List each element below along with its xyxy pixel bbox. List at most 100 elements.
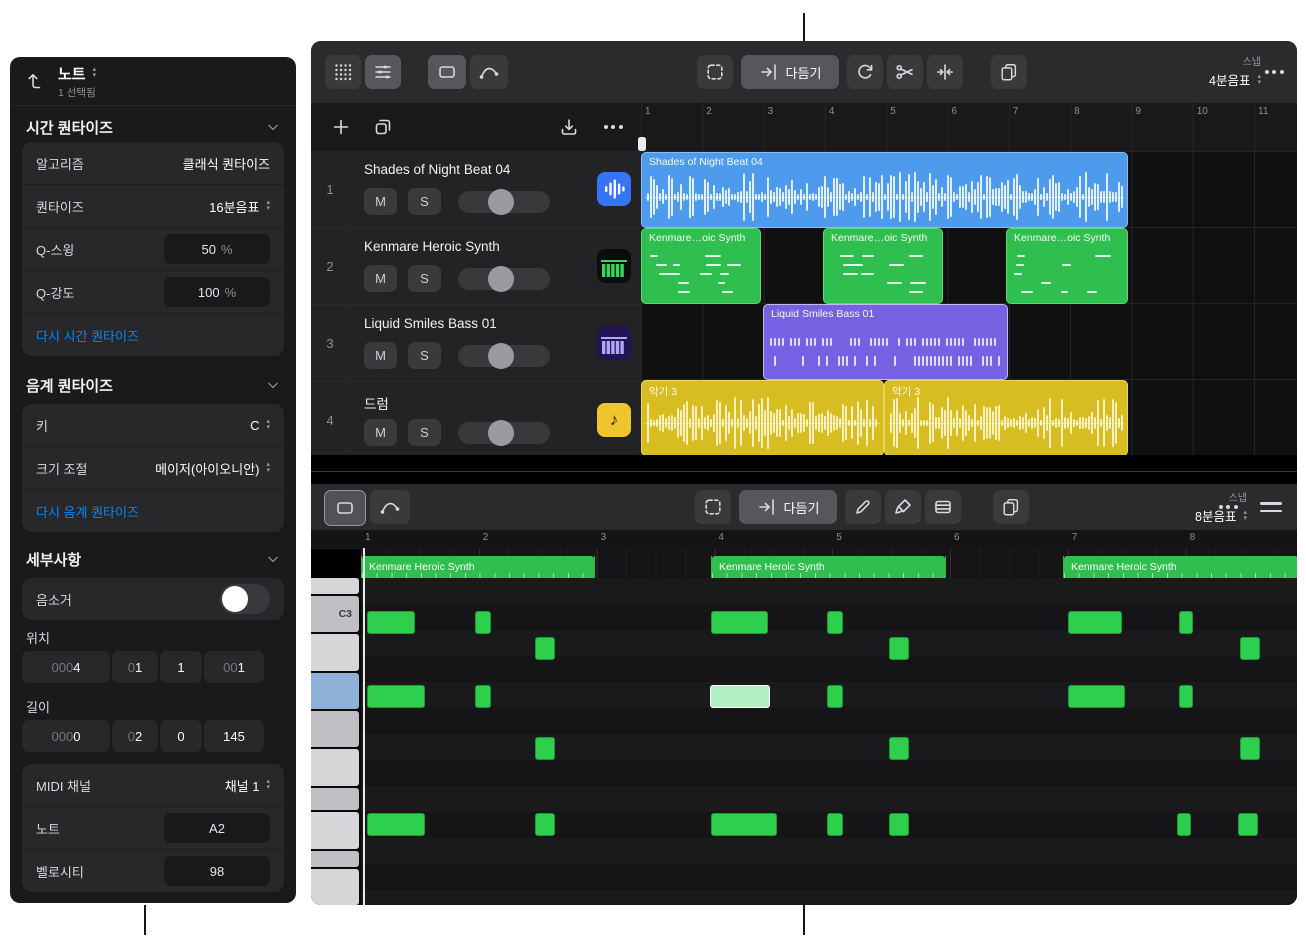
mute-button[interactable]: M xyxy=(364,265,397,292)
track-row-1[interactable]: 1 Shades of Night Beat 04 M S xyxy=(311,151,641,228)
midi-note[interactable] xyxy=(1238,813,1258,836)
key-row[interactable]: 키 C ▴▾ xyxy=(22,404,284,446)
piano-key[interactable] xyxy=(311,578,359,594)
midi-note[interactable] xyxy=(827,611,843,634)
position-tick-field[interactable]: 001 xyxy=(204,651,264,683)
midi-channel-row[interactable]: MIDI 채널 채널 1 ▴▾ xyxy=(22,764,284,806)
back-up-icon[interactable] xyxy=(24,70,44,93)
piano-roll-ruler[interactable]: 12345678 xyxy=(311,530,1297,549)
midi-note[interactable] xyxy=(475,611,491,634)
title-stepper-icon[interactable]: ▴▾ xyxy=(93,67,97,79)
piano-key[interactable] xyxy=(311,749,359,785)
midi-note[interactable] xyxy=(827,813,843,836)
key-stepper-icon[interactable]: ▴▾ xyxy=(266,419,270,431)
quantize-row[interactable]: 퀀타이즈 16분음표 ▴▾ xyxy=(22,184,284,227)
editor-playhead[interactable] xyxy=(363,548,365,905)
midi-region-bass[interactable]: Liquid Smiles Bass 01 xyxy=(763,304,1008,380)
audio-region-drums-2[interactable]: 악기 3 xyxy=(884,380,1128,456)
piano-key[interactable] xyxy=(311,788,359,811)
drum-note-icon[interactable]: ♪ xyxy=(597,403,631,437)
velocity-value-field[interactable]: 98 xyxy=(164,856,270,886)
position-beat-field[interactable]: 01 xyxy=(112,651,158,683)
volume-slider[interactable] xyxy=(458,422,550,444)
track-list-more-button[interactable] xyxy=(599,113,627,141)
midi-note[interactable] xyxy=(475,685,491,708)
volume-slider[interactable] xyxy=(458,268,550,290)
arrangement-grid[interactable]: Shades of Night Beat 04 Kenmare…oic Synt… xyxy=(641,151,1297,455)
scale-stepper-icon[interactable]: ▴▾ xyxy=(266,462,270,474)
midi-note[interactable] xyxy=(535,637,555,660)
midi-note[interactable] xyxy=(1240,637,1260,660)
midi-note-selected[interactable] xyxy=(710,685,770,708)
midi-note[interactable] xyxy=(1179,611,1193,634)
midi-note[interactable] xyxy=(1068,611,1122,634)
length-beat-field[interactable]: 02 xyxy=(112,720,158,752)
mute-toggle[interactable] xyxy=(220,584,270,614)
marquee-tool-button[interactable] xyxy=(697,55,733,89)
length-bar-field[interactable]: 0000 xyxy=(22,720,110,752)
q-strength-field[interactable]: 100% xyxy=(164,277,270,307)
midi-note[interactable] xyxy=(1240,737,1260,760)
midi-note[interactable] xyxy=(889,813,909,836)
midi-channel-stepper-icon[interactable]: ▴▾ xyxy=(266,779,270,791)
midi-note[interactable] xyxy=(535,737,555,760)
more-button[interactable] xyxy=(1259,55,1289,89)
arrangement-ruler[interactable]: 1234567891011 xyxy=(641,103,1297,152)
algorithm-row[interactable]: 알고리즘 클래식 퀀타이즈 xyxy=(22,142,284,184)
solo-button[interactable]: S xyxy=(408,265,441,292)
editor-region-header[interactable]: Kenmare Heroic Synth xyxy=(362,556,594,578)
panel-divider[interactable] xyxy=(311,455,1297,484)
select-tool-button[interactable] xyxy=(428,55,466,89)
piano-key-c3[interactable]: C3 xyxy=(311,596,359,632)
volume-slider[interactable] xyxy=(458,345,550,367)
synth-keyboard-icon[interactable] xyxy=(597,249,631,283)
position-div-field[interactable]: 1 xyxy=(160,651,202,683)
import-button[interactable] xyxy=(555,113,583,141)
midi-note[interactable] xyxy=(889,637,909,660)
midi-note[interactable] xyxy=(367,611,415,634)
piano-key[interactable] xyxy=(311,634,359,670)
midi-region-synth-3[interactable]: Kenmare…oic Synth xyxy=(1006,228,1128,304)
bass-keyboard-icon[interactable] xyxy=(597,326,631,360)
midi-region-synth-2[interactable]: Kenmare…oic Synth xyxy=(823,228,943,304)
editor-select-tool-button[interactable] xyxy=(324,490,366,526)
note-value-field[interactable]: A2 xyxy=(164,813,270,843)
mute-button[interactable]: M xyxy=(364,188,397,215)
midi-note[interactable] xyxy=(367,685,425,708)
solo-button[interactable]: S xyxy=(408,342,441,369)
duplicate-track-button[interactable] xyxy=(369,113,397,141)
editor-copy-button[interactable] xyxy=(993,490,1029,524)
velocity-panel-button[interactable] xyxy=(925,490,961,524)
midi-note[interactable] xyxy=(711,813,777,836)
midi-note[interactable] xyxy=(535,813,555,836)
solo-button[interactable]: S xyxy=(408,188,441,215)
track-row-3[interactable]: 3 Liquid Smiles Bass 01 M S xyxy=(311,305,641,382)
q-swing-field[interactable]: 50% xyxy=(164,234,270,264)
editor-region-header[interactable]: Kenmare Heroic Synth xyxy=(1064,556,1297,578)
join-tool-button[interactable] xyxy=(927,55,963,89)
piano-key-selected[interactable] xyxy=(311,673,359,709)
mute-button[interactable]: M xyxy=(364,419,397,446)
editor-region-header[interactable]: Kenmare Heroic Synth xyxy=(712,556,945,578)
piano-key[interactable] xyxy=(311,711,359,747)
midi-note[interactable] xyxy=(711,611,768,634)
piano-key[interactable] xyxy=(311,869,359,905)
length-div-field[interactable]: 0 xyxy=(160,720,202,752)
snap-stepper-icon[interactable]: ▴▾ xyxy=(1243,510,1247,522)
pencil-tool-button[interactable] xyxy=(845,490,881,524)
resize-handle-icon[interactable] xyxy=(1255,490,1287,524)
loop-tool-button[interactable] xyxy=(847,55,883,89)
audio-waveform-icon[interactable] xyxy=(597,172,631,206)
automation-button[interactable] xyxy=(470,55,508,89)
midi-note[interactable] xyxy=(889,737,909,760)
section-time-quantize-header[interactable]: 시간 퀀타이즈 xyxy=(10,114,296,140)
track-row-2[interactable]: 2 Kenmare Heroic Synth M S xyxy=(311,228,641,305)
tracks-view-button[interactable] xyxy=(365,55,401,89)
section-scale-quantize-header[interactable]: 음계 퀀타이즈 xyxy=(10,372,296,398)
add-track-button[interactable] xyxy=(327,113,355,141)
length-tick-field[interactable]: 145 xyxy=(204,720,264,752)
audio-region-drums-1[interactable]: 악기 3 xyxy=(641,380,884,456)
midi-note-area[interactable] xyxy=(361,578,1297,905)
midi-note[interactable] xyxy=(1177,813,1191,836)
midi-note[interactable] xyxy=(1179,685,1193,708)
